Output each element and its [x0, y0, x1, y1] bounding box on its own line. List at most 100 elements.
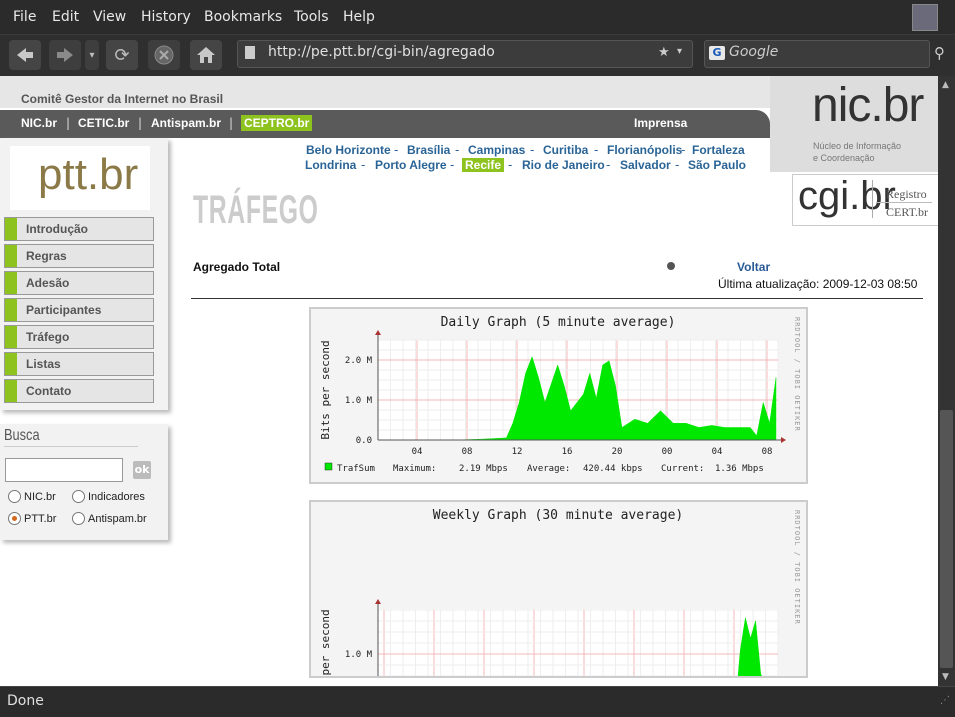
- legend-label: TrafSum: [337, 464, 375, 474]
- topnav-ceticbr[interactable]: CETIC.br: [78, 116, 129, 130]
- url-dropdown-icon[interactable]: ▾: [677, 46, 682, 57]
- bookmark-star-icon[interactable]: ★: [658, 45, 670, 60]
- max-label: Maximum:: [393, 464, 436, 474]
- top-nav: NIC.br | CETIC.br | Antispam.br | CEPTRO…: [0, 110, 770, 138]
- sidebar-item-adesao[interactable]: Adesão: [4, 271, 154, 295]
- x-tick-label: 16: [562, 447, 573, 457]
- menu-history[interactable]: History: [141, 9, 191, 25]
- link-certbr[interactable]: CERT.br: [886, 205, 928, 220]
- city-belo-horizonte[interactable]: Belo Horizonte: [306, 143, 391, 157]
- forward-button[interactable]: [49, 40, 81, 70]
- topnav-imprensa[interactable]: Imprensa: [634, 116, 687, 130]
- city-sao-paulo[interactable]: São Paulo: [688, 158, 746, 172]
- radio-label-nicbr: NIC.br: [24, 491, 56, 503]
- radio-label-pttbr: PTT.br: [24, 513, 57, 525]
- chevron-down-icon: ▾: [89, 49, 95, 61]
- legend-swatch: [324, 462, 333, 471]
- cur-value: 1.36 Mbps: [715, 464, 764, 474]
- nicbr-sub-line: e Coordenação: [813, 153, 875, 163]
- scroll-up-icon[interactable]: ▲: [942, 80, 949, 90]
- user-avatar-icon: [912, 4, 938, 31]
- city-salvador[interactable]: Salvador: [620, 158, 671, 172]
- back-arrow-icon: [17, 48, 33, 62]
- city-brasilia[interactable]: Brasília: [407, 143, 450, 157]
- menu-help[interactable]: Help: [343, 9, 375, 25]
- stop-icon: [154, 45, 174, 65]
- search-input[interactable]: [5, 458, 123, 482]
- menu-view[interactable]: View: [93, 9, 126, 25]
- org-title: Comitê Gestor da Internet no Brasil: [21, 92, 224, 106]
- radio-nicbr[interactable]: [8, 490, 21, 503]
- scrollbar-thumb[interactable]: [940, 410, 953, 668]
- city-fortaleza[interactable]: Fortaleza: [692, 143, 745, 157]
- resize-grip-icon[interactable]: ⋰: [940, 695, 950, 706]
- topnav-nicbr[interactable]: NIC.br: [21, 116, 57, 130]
- city-londrina[interactable]: Londrina: [305, 158, 356, 172]
- cgibr-link-divider: [876, 202, 932, 203]
- link-registro[interactable]: Registro: [886, 187, 927, 202]
- nav-marker: [5, 380, 17, 402]
- google-engine-icon[interactable]: G: [709, 46, 725, 60]
- nicbr-subtitle: Núcleo de Informação e Coordenação: [813, 140, 901, 164]
- stop-button[interactable]: [148, 40, 180, 70]
- search-ok-button[interactable]: ok: [133, 461, 151, 479]
- y-tick-label: 0.0: [356, 436, 372, 446]
- url-text[interactable]: http://pe.ptt.br/cgi-bin/agregado: [268, 44, 495, 60]
- city-curitiba[interactable]: Curitiba: [543, 143, 588, 157]
- page-title: TRÁFEGO: [193, 188, 319, 232]
- city-campinas[interactable]: Campinas: [468, 143, 525, 157]
- y-axis-arrow-icon: [375, 599, 381, 604]
- forward-arrow-icon: [57, 48, 73, 62]
- city-florianopolis[interactable]: Florianópolis: [607, 143, 682, 157]
- home-button[interactable]: [190, 40, 222, 70]
- nav-marker: [5, 245, 17, 267]
- search-title: Busca: [4, 427, 40, 444]
- nav-marker: [5, 218, 17, 240]
- city-recife[interactable]: Recife: [462, 158, 505, 172]
- radio-indicadores[interactable]: [72, 490, 85, 503]
- topnav-antispambr[interactable]: Antispam.br: [151, 116, 221, 130]
- daily-graph-svg: Daily Graph (5 minute average) Bits per s…: [319, 315, 801, 474]
- radio-pttbr[interactable]: [8, 512, 21, 525]
- menu-edit[interactable]: Edit: [52, 9, 79, 25]
- nav-marker: [5, 353, 17, 375]
- sidebar-item-label: Adesão: [26, 276, 70, 290]
- x-tick-label: 20: [612, 447, 623, 457]
- y-axis-label: Bits per second: [319, 609, 332, 676]
- menu-bookmarks[interactable]: Bookmarks: [204, 9, 282, 25]
- city-separator: -: [594, 143, 599, 157]
- y-tick-label: 1.0 M: [345, 396, 373, 406]
- radio-antispambr[interactable]: [72, 512, 85, 525]
- sidebar-item-label: Contato: [26, 384, 72, 398]
- menu-file[interactable]: File: [13, 9, 36, 25]
- city-rio-de-janeiro[interactable]: Rio de Janeiro: [522, 158, 605, 172]
- weekly-graph-svg: Weekly Graph (30 minute average) Bits per…: [319, 508, 801, 686]
- reload-icon: ⟳: [114, 44, 130, 66]
- search-placeholder[interactable]: Google: [729, 44, 778, 60]
- weekly-graph: Weekly Graph (30 minute average) Bits per…: [309, 500, 808, 686]
- search-icon[interactable]: ⚲: [934, 44, 945, 62]
- scroll-down-icon[interactable]: ▼: [942, 672, 949, 682]
- topnav-ceptrobr[interactable]: CEPTRO.br: [241, 115, 313, 131]
- sidebar-item-contato[interactable]: Contato: [4, 379, 154, 403]
- voltar-link[interactable]: Voltar: [737, 260, 770, 274]
- y-axis-label: Bits per second: [319, 340, 332, 439]
- sidebar-item-trafego[interactable]: Tráfego: [4, 325, 154, 349]
- sidebar-item-listas[interactable]: Listas: [4, 352, 154, 376]
- sidebar-item-label: Regras: [26, 249, 67, 263]
- menu-tools[interactable]: Tools: [294, 9, 329, 25]
- history-dropdown-button[interactable]: ▾: [85, 40, 99, 70]
- reload-button[interactable]: ⟳: [106, 40, 138, 70]
- sidebar-item-introducao[interactable]: Introdução: [4, 217, 154, 241]
- city-porto-alegre[interactable]: Porto Alegre: [375, 158, 447, 172]
- ptt-logo[interactable]: ptt.br: [38, 150, 138, 200]
- nicbr-logo[interactable]: nic.br: [812, 78, 924, 133]
- divider: [191, 298, 923, 299]
- city-separator: -: [681, 143, 686, 157]
- sidebar-item-participantes[interactable]: Participantes: [4, 298, 154, 322]
- sidebar-item-label: Introdução: [26, 222, 88, 236]
- cgibr-logo[interactable]: cgi.br: [798, 174, 896, 219]
- sidebar-item-regras[interactable]: Regras: [4, 244, 154, 268]
- back-button[interactable]: [9, 40, 41, 70]
- topnav-separator: |: [138, 116, 143, 130]
